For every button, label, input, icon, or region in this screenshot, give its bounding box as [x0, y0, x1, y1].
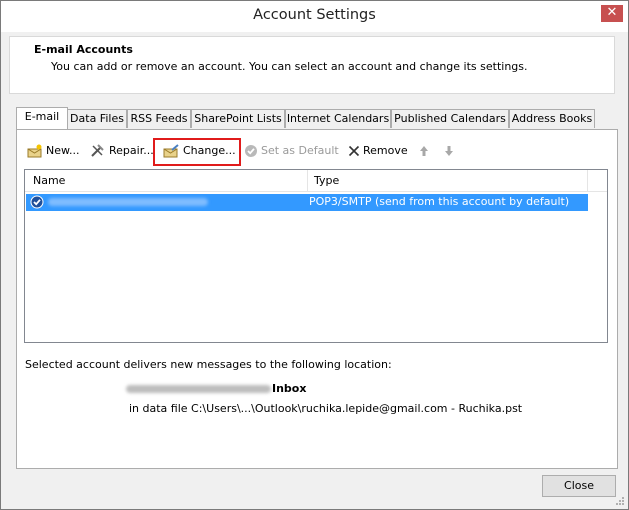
tab-rss-feeds[interactable]: RSS Feeds [127, 109, 191, 128]
blurred-account-name [48, 198, 208, 206]
change-highlight-box [153, 138, 241, 166]
blurred-mailbox-name [126, 385, 271, 393]
move-down-button[interactable] [444, 141, 457, 161]
move-up-button[interactable] [419, 141, 432, 161]
close-button[interactable]: Close [542, 475, 616, 497]
tab-data-files[interactable]: Data Files [67, 109, 127, 128]
account-row[interactable]: POP3/SMTP (send from this account by def… [26, 194, 588, 211]
accounts-toolbar: New... Repair... Change... Set as Defaul… [17, 130, 617, 166]
delivery-description: Selected account delivers new messages t… [25, 358, 392, 371]
default-account-check-icon [30, 195, 44, 209]
tab-internet-calendars[interactable]: Internet Calendars [285, 109, 391, 128]
arrow-down-icon [445, 146, 453, 156]
repair-account-label: Repair... [109, 144, 154, 157]
column-divider[interactable] [307, 170, 308, 191]
window-title: Account Settings [253, 7, 376, 23]
repair-tools-icon [91, 144, 104, 157]
accounts-list[interactable]: Name Type POP3/SMTP (send from this acco… [24, 169, 608, 343]
column-header-name[interactable]: Name [33, 174, 65, 187]
delivery-folder: Inbox [272, 382, 307, 395]
checkmark-circle-icon [245, 145, 257, 157]
remove-account-button[interactable]: Remove [348, 141, 408, 161]
accounts-list-header: Name Type [25, 170, 607, 192]
column-header-type[interactable]: Type [314, 174, 339, 187]
header-panel: E-mail Accounts You can add or remove an… [9, 36, 615, 94]
tab-email[interactable]: E-mail [16, 107, 68, 129]
title-bar: Account Settings ✕ [1, 1, 628, 32]
account-settings-dialog: Account Settings ✕ E-mail Accounts You c… [0, 0, 629, 510]
repair-account-button[interactable]: Repair... [90, 141, 154, 161]
tab-published-calendars[interactable]: Published Calendars [391, 109, 509, 128]
new-account-icon [27, 144, 42, 158]
resize-grip-icon[interactable] [615, 496, 625, 506]
set-as-default-button[interactable]: Set as Default [244, 141, 339, 161]
data-file-path: in data file C:\Users\...\Outlook\ruchik… [129, 402, 523, 415]
tab-sharepoint-lists[interactable]: SharePoint Lists [191, 109, 285, 128]
email-tab-panel: New... Repair... Change... Set as Defaul… [16, 129, 618, 469]
new-account-button[interactable]: New... [27, 141, 79, 161]
header-title: E-mail Accounts [34, 43, 133, 56]
remove-account-label: Remove [363, 144, 408, 157]
account-type: POP3/SMTP (send from this account by def… [309, 195, 570, 208]
remove-x-icon [348, 145, 360, 157]
window-close-button[interactable]: ✕ [601, 5, 623, 22]
arrow-up-icon [420, 146, 428, 156]
set-as-default-label: Set as Default [261, 144, 339, 157]
header-description: You can add or remove an account. You ca… [51, 60, 528, 73]
column-divider[interactable] [587, 170, 588, 191]
new-account-label: New... [46, 144, 80, 157]
tab-address-books[interactable]: Address Books [509, 109, 595, 128]
